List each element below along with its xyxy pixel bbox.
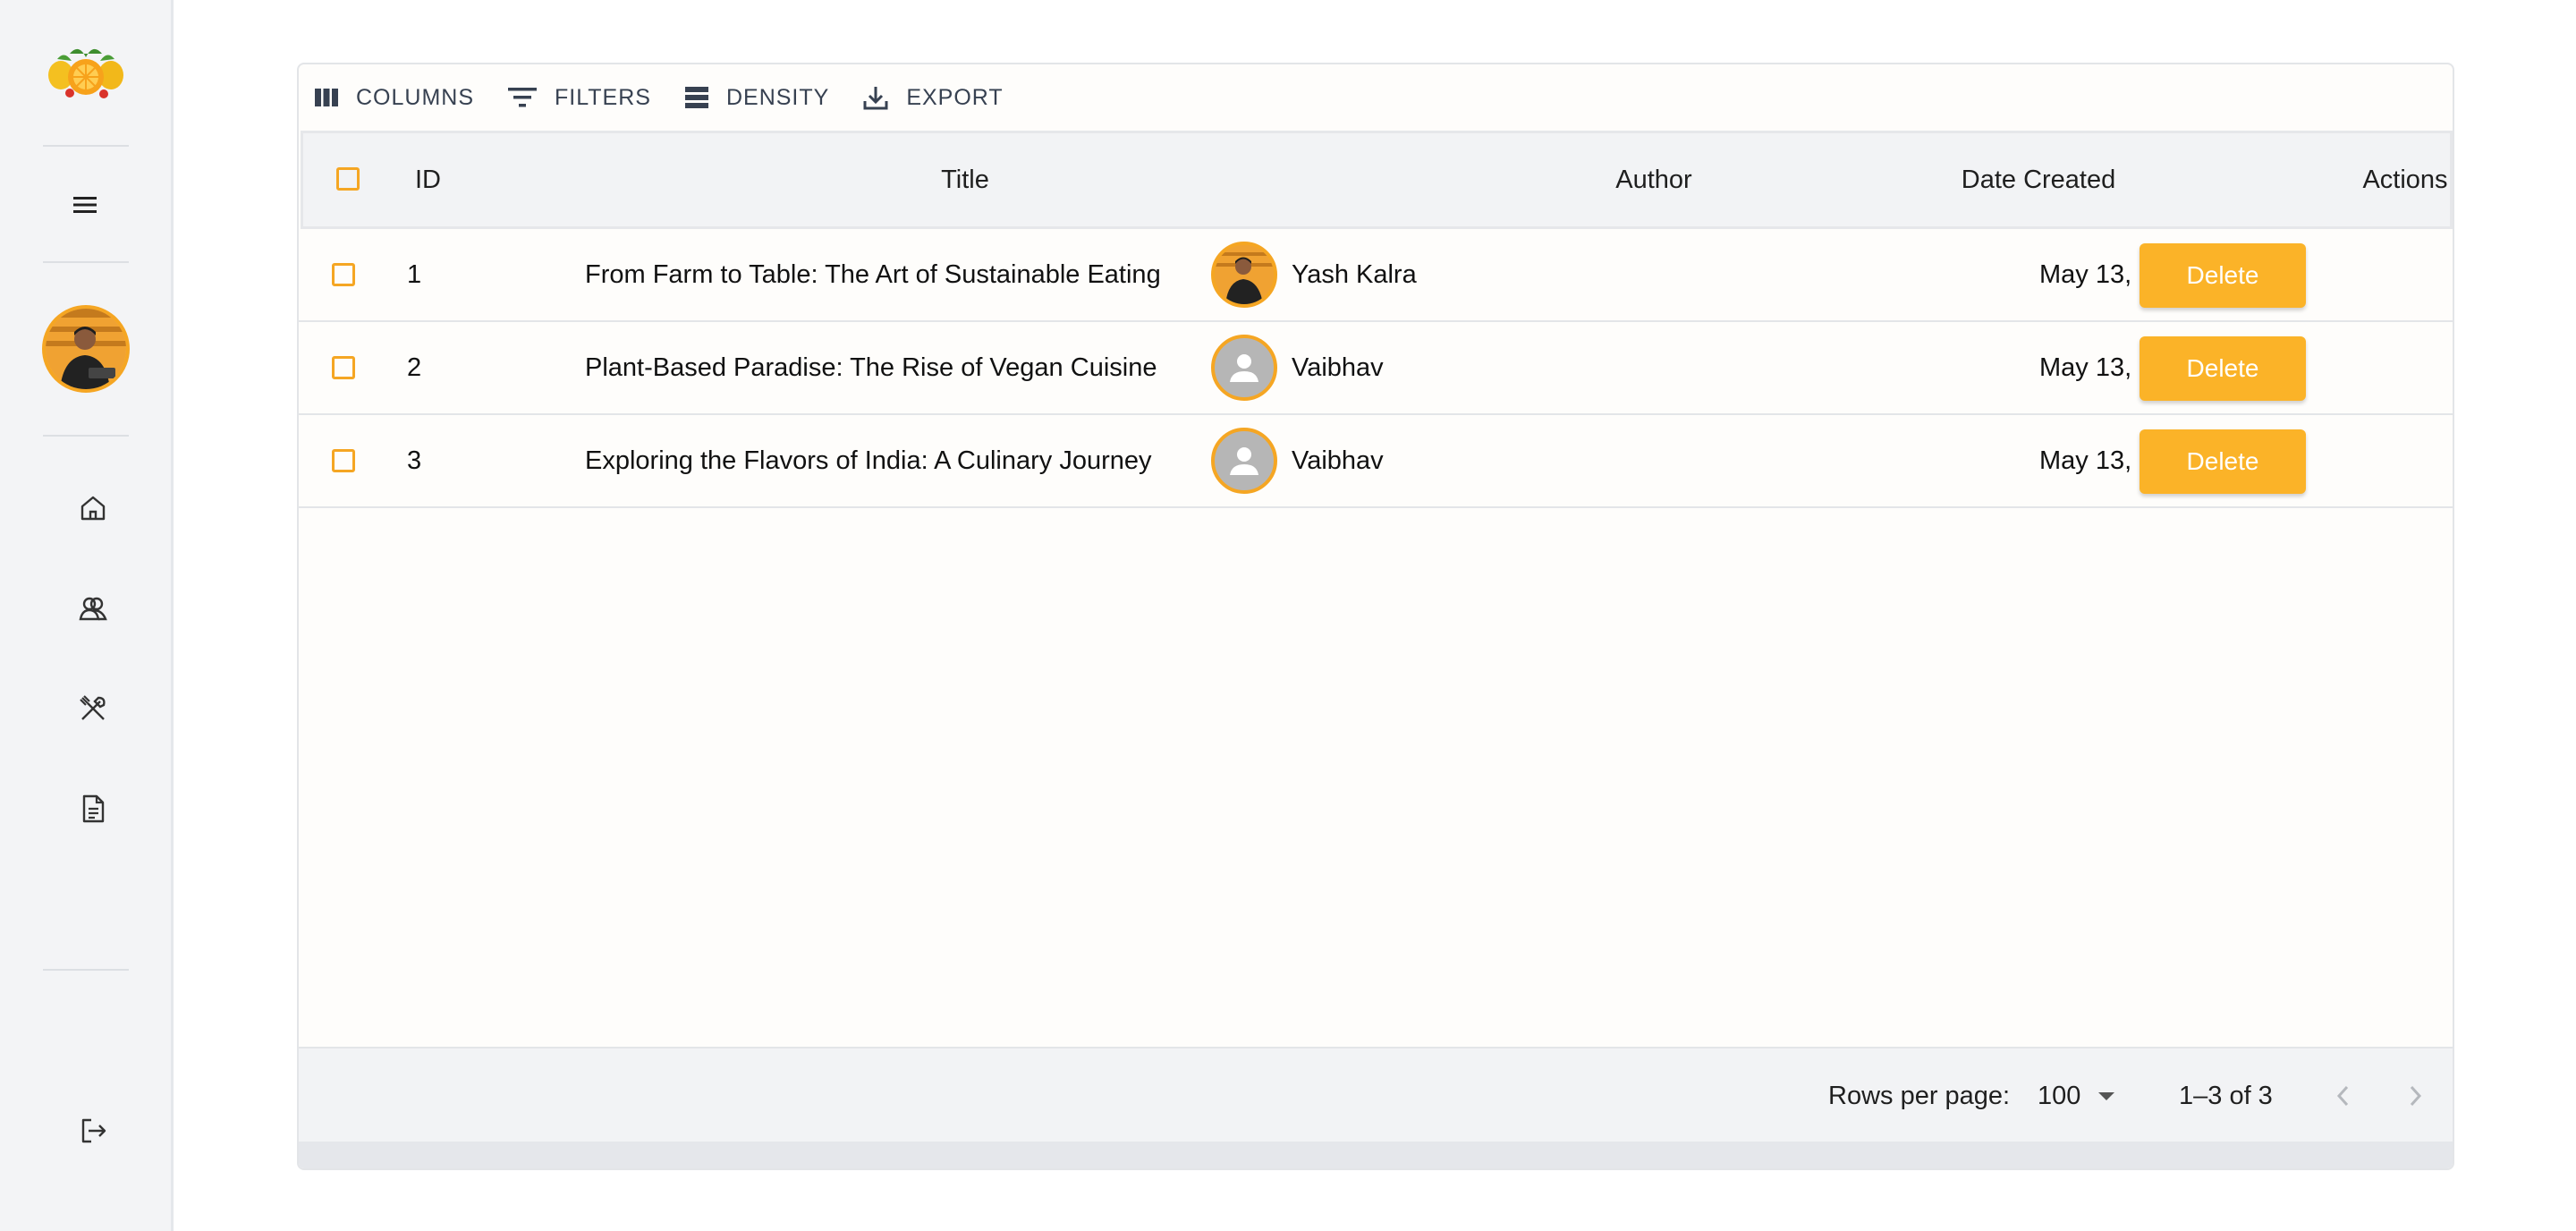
delete-button[interactable]: Delete xyxy=(2140,429,2306,494)
cell-id: 1 xyxy=(407,259,422,289)
header-date-created[interactable]: Date Created xyxy=(1913,133,2164,226)
cell-author: Vaibhav xyxy=(1211,415,1384,506)
density-label: DENSITY xyxy=(725,84,830,110)
header-title[interactable]: Title xyxy=(867,133,1063,226)
utensils-icon[interactable] xyxy=(75,691,111,726)
density-icon xyxy=(684,87,708,108)
horizontal-scrollbar[interactable] xyxy=(299,1142,2453,1168)
rows-per-page-label: Rows per page: xyxy=(1828,1081,2011,1110)
download-icon xyxy=(863,87,888,110)
next-page-button[interactable] xyxy=(2404,1048,2426,1143)
rows-per-page-value: 100 xyxy=(2038,1081,2081,1110)
data-grid: COLUMNS FILTERS DENSITY EXPORT ID Title … xyxy=(297,63,2454,1170)
delete-button[interactable]: Delete xyxy=(2140,243,2306,308)
header-id[interactable]: ID xyxy=(415,133,441,226)
row-checkbox[interactable] xyxy=(332,356,355,379)
header-author[interactable]: Author xyxy=(1564,133,1743,226)
cell-author: Vaibhav xyxy=(1211,322,1384,413)
sidebar-divider xyxy=(43,145,129,147)
author-avatar xyxy=(1211,242,1277,308)
chevron-left-icon xyxy=(2336,1085,2349,1107)
sidebar-divider xyxy=(43,261,129,263)
delete-button[interactable]: Delete xyxy=(2140,336,2306,401)
previous-page-button[interactable] xyxy=(2333,1048,2354,1143)
row-checkbox[interactable] xyxy=(332,263,355,286)
row-checkbox[interactable] xyxy=(332,449,355,472)
document-icon[interactable] xyxy=(75,791,111,827)
columns-icon xyxy=(315,89,338,106)
app-logo[interactable] xyxy=(43,39,129,104)
grid-footer: Rows per page: 100 1–3 of 3 xyxy=(299,1047,2453,1143)
cell-title: From Farm to Table: The Art of Sustainab… xyxy=(585,259,1161,289)
columns-label: COLUMNS xyxy=(356,84,475,110)
chevron-right-icon xyxy=(2410,1085,2422,1107)
user-avatar[interactable] xyxy=(42,305,130,393)
logout-icon[interactable] xyxy=(75,1113,111,1149)
rows-per-page-select[interactable]: 100 xyxy=(2038,1048,2116,1143)
filter-icon xyxy=(508,88,538,107)
cell-author: Yash Kalra xyxy=(1211,229,1417,320)
chevron-down-icon xyxy=(2098,1092,2115,1100)
default-person-icon xyxy=(1211,428,1277,494)
select-all-checkbox[interactable] xyxy=(336,167,360,191)
filters-button[interactable]: FILTERS xyxy=(506,78,651,117)
home-icon[interactable] xyxy=(75,490,111,526)
filters-label: FILTERS xyxy=(555,84,651,110)
author-name: Vaibhav xyxy=(1292,352,1384,382)
users-icon[interactable] xyxy=(75,590,111,626)
cell-title: Exploring the Flavors of India: A Culina… xyxy=(585,446,1152,475)
cell-id: 2 xyxy=(407,352,422,382)
author-name: Yash Kalra xyxy=(1292,259,1417,289)
density-button[interactable]: DENSITY xyxy=(683,78,829,117)
columns-button[interactable]: COLUMNS xyxy=(313,78,474,117)
table-row[interactable]: 1 From Farm to Table: The Art of Sustain… xyxy=(299,229,2453,322)
header-actions: Actions xyxy=(2362,165,2448,194)
pagination-range: 1–3 of 3 xyxy=(2179,1081,2273,1110)
cell-title: Plant-Based Paradise: The Rise of Vegan … xyxy=(585,352,1157,382)
sidebar-divider xyxy=(43,969,129,971)
column-header-row: ID Title Author Date Created Actions xyxy=(301,131,2453,229)
default-person-icon xyxy=(1211,335,1277,401)
menu-icon[interactable] xyxy=(72,191,98,218)
export-button[interactable]: EXPORT xyxy=(861,78,1003,117)
sidebar-divider xyxy=(43,435,129,437)
cell-id: 3 xyxy=(407,446,422,475)
grid-toolbar: COLUMNS FILTERS DENSITY EXPORT xyxy=(299,64,2453,131)
table-row[interactable]: 3 Exploring the Flavors of India: A Culi… xyxy=(299,415,2453,508)
table-row[interactable]: 2 Plant-Based Paradise: The Rise of Vega… xyxy=(299,322,2453,415)
export-label: EXPORT xyxy=(906,84,1004,110)
author-name: Vaibhav xyxy=(1292,446,1384,475)
sidebar xyxy=(0,0,174,1231)
